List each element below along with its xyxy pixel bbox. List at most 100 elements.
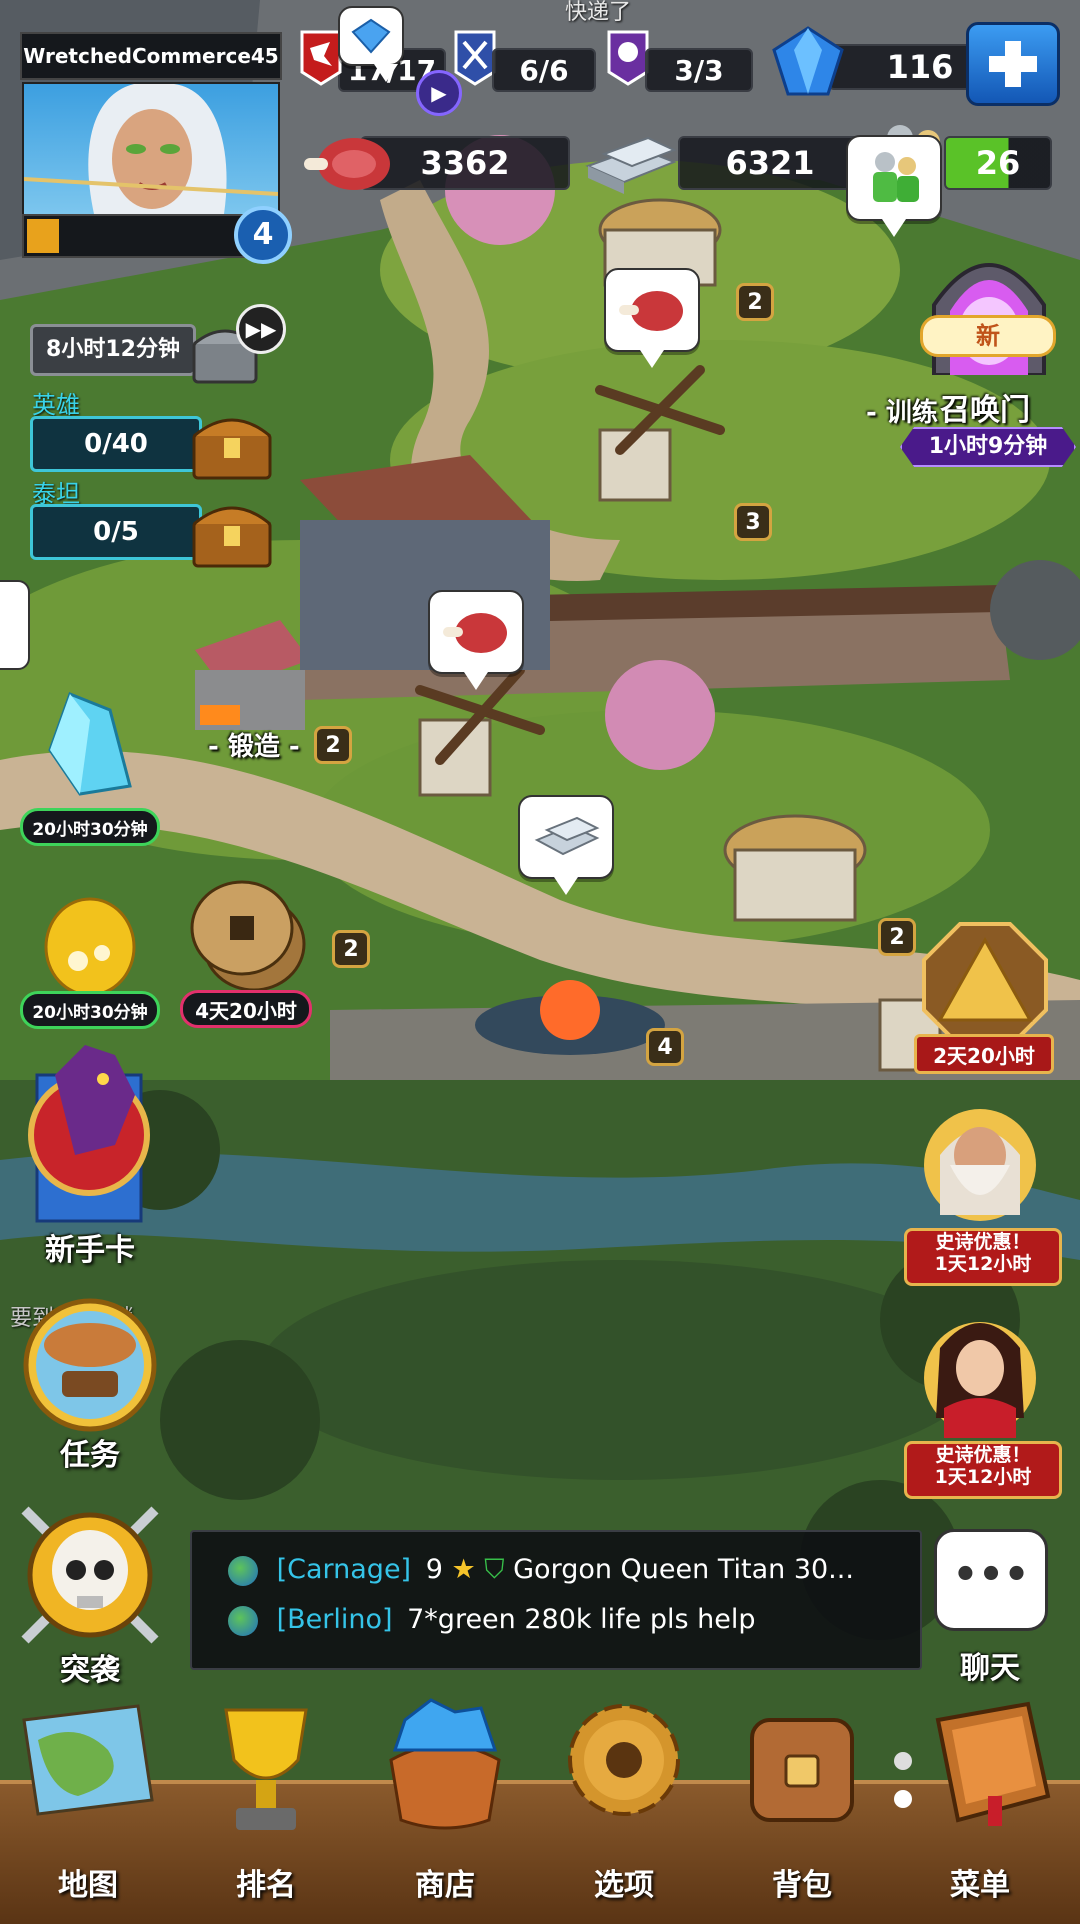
nav-options-label: 选项: [594, 1868, 654, 1903]
dragon-emblem-icon: [28, 1045, 150, 1223]
pyramid-event[interactable]: 2天20小时: [910, 920, 1060, 1074]
speedup-button[interactable]: ▶▶: [236, 304, 286, 354]
egg-timer: 20小时30分钟: [20, 991, 160, 1029]
chat-label: 聊天: [960, 1651, 1020, 1686]
elf-portrait-icon: [24, 84, 278, 214]
chat-bubble-icon: •••: [934, 1529, 1048, 1631]
gem-bag-icon: [389, 1698, 501, 1830]
skull-raid-icon: [21, 1506, 159, 1644]
pyramid-icon: [922, 922, 1048, 1048]
player-avatar[interactable]: [22, 82, 280, 216]
summon-portal[interactable]: 新 召唤门 1小时9分钟: [900, 235, 1080, 467]
titan-energy[interactable]: 3/3: [605, 24, 755, 94]
food-collect-bubble[interactable]: [428, 590, 524, 690]
nav-ranking-label: 排名: [236, 1868, 296, 1903]
gear-icon: [568, 1704, 680, 1816]
chat-alliance: [Carnage]: [276, 1554, 412, 1585]
map-icon: [22, 1704, 154, 1816]
pyramid-timer: 2天20小时: [914, 1034, 1054, 1074]
forge-label[interactable]: - 锻造 -: [208, 726, 300, 763]
player-card[interactable]: WretchedCommerce45 4: [20, 32, 292, 264]
hero-chest-progress[interactable]: 0/40: [30, 406, 280, 484]
star-icon: ★: [451, 1554, 476, 1585]
raid-button[interactable]: 突袭: [5, 1495, 175, 1690]
backpack-icon: [750, 1718, 854, 1822]
chat-button[interactable]: ••• 聊天: [930, 1525, 1050, 1686]
offer-time: 1天12小时: [934, 1466, 1032, 1488]
chat-feed[interactable]: [Carnage] 9 ★ ⛉ Gorgon Queen Titan 30...…: [190, 1530, 922, 1670]
dwarf-offer[interactable]: 史诗优惠！ 1天12小时: [900, 1085, 1065, 1286]
trophy-icon: [224, 1708, 308, 1830]
crystal-timer: 20小时30分钟: [20, 808, 160, 846]
crystal-event[interactable]: 20小时30分钟: [20, 690, 160, 846]
gem-bubble[interactable]: [338, 6, 404, 82]
nav-backpack-label: 背包: [772, 1868, 832, 1903]
meat-icon: [619, 291, 683, 331]
nav-shop[interactable]: 商店: [375, 1690, 515, 1903]
nav-map-label: 地图: [58, 1868, 118, 1903]
offscreen-bubble[interactable]: [0, 580, 30, 670]
war-energy-value: 6/6: [492, 48, 596, 92]
titan-chest-progress[interactable]: 0/5: [30, 494, 280, 572]
nav-shop-label: 商店: [415, 1868, 475, 1903]
coins-event[interactable]: 4天20小时: [178, 872, 323, 1028]
chest-timer-widget[interactable]: 8小时12分钟 ▶▶: [30, 304, 286, 388]
egg-event[interactable]: 20小时30分钟: [20, 895, 160, 1029]
nav-options[interactable]: 选项: [554, 1695, 694, 1903]
chat-text: 7*green 280k life pls help: [407, 1604, 756, 1635]
war-energy[interactable]: 6/6: [452, 24, 602, 94]
chat-text-rest: Gorgon Queen Titan 30...: [513, 1554, 854, 1585]
shield-icon: ⛉: [484, 1554, 505, 1585]
page-dots: [894, 1752, 918, 1822]
dwarf-hero-icon: [924, 1109, 1036, 1221]
nav-map[interactable]: 地图: [18, 1700, 158, 1903]
globe-icon: [228, 1605, 258, 1636]
chat-text: 9: [425, 1554, 443, 1585]
iron-ingots-icon: [585, 136, 677, 194]
titan-energy-value: 3/3: [645, 48, 753, 92]
newbie-card-button[interactable]: 新手卡: [20, 1035, 160, 1268]
offer-title: 史诗优惠！: [935, 1231, 1031, 1253]
nav-menu[interactable]: 菜单: [918, 1700, 1058, 1903]
raid-energy[interactable]: 17/17 ▶: [298, 6, 462, 116]
princess-offer-tag: 史诗优惠！ 1天12小时: [904, 1441, 1062, 1499]
chat-message: [Berlino] 7*green 280k life pls help: [228, 1604, 908, 1644]
plus-icon: [989, 41, 1037, 87]
offer-title: 史诗优惠！: [935, 1444, 1031, 1466]
xp-bar: [22, 214, 246, 258]
buy-gems-button[interactable]: [966, 22, 1060, 106]
player-name: WretchedCommerce45: [20, 32, 282, 80]
soldiers-icon: [873, 152, 919, 202]
iron-resource[interactable]: 6321: [578, 132, 862, 194]
blue-gem-icon: [772, 26, 844, 96]
newbie-card-label: 新手卡: [45, 1233, 135, 1268]
chest-timer-text: 8小时12分钟: [30, 324, 196, 376]
titan-progress-value: 0/5: [30, 504, 202, 560]
princess-hero-icon: [924, 1322, 1036, 1438]
iron-collect-bubble[interactable]: [518, 795, 614, 895]
building-level: 4: [646, 1028, 684, 1066]
meat-icon: [443, 613, 507, 653]
princess-offer[interactable]: 史诗优惠！ 1天12小时: [900, 1298, 1065, 1499]
army-value: 26: [944, 136, 1052, 190]
portal-new-badge: 新: [920, 315, 1056, 357]
gem-counter[interactable]: 116: [768, 22, 1068, 106]
airship-icon: [23, 1298, 157, 1432]
quests-label: 任务: [60, 1438, 120, 1473]
dwarf-offer-tag: 史诗优惠！ 1天12小时: [904, 1228, 1062, 1286]
coins-timer: 4天20小时: [180, 990, 312, 1028]
ancient-coins-icon: [190, 880, 306, 992]
chat-message: [Carnage] 9 ★ ⛉ Gorgon Queen Titan 30...: [228, 1554, 908, 1594]
iron-value: 6321: [678, 136, 862, 190]
portal-timer: 1小时9分钟: [900, 427, 1076, 467]
building-level: 2: [332, 930, 370, 968]
quests-button[interactable]: 任务: [15, 1290, 165, 1475]
forge-level: 2: [314, 726, 352, 764]
food-collect-bubble[interactable]: [604, 268, 700, 368]
nav-menu-label: 菜单: [950, 1868, 1010, 1903]
army-collect-bubble[interactable]: [846, 135, 942, 237]
nav-ranking[interactable]: 排名: [196, 1700, 336, 1903]
food-resource[interactable]: 3362: [300, 132, 570, 194]
globe-icon: [228, 1555, 258, 1586]
nav-backpack[interactable]: 背包: [732, 1700, 872, 1903]
